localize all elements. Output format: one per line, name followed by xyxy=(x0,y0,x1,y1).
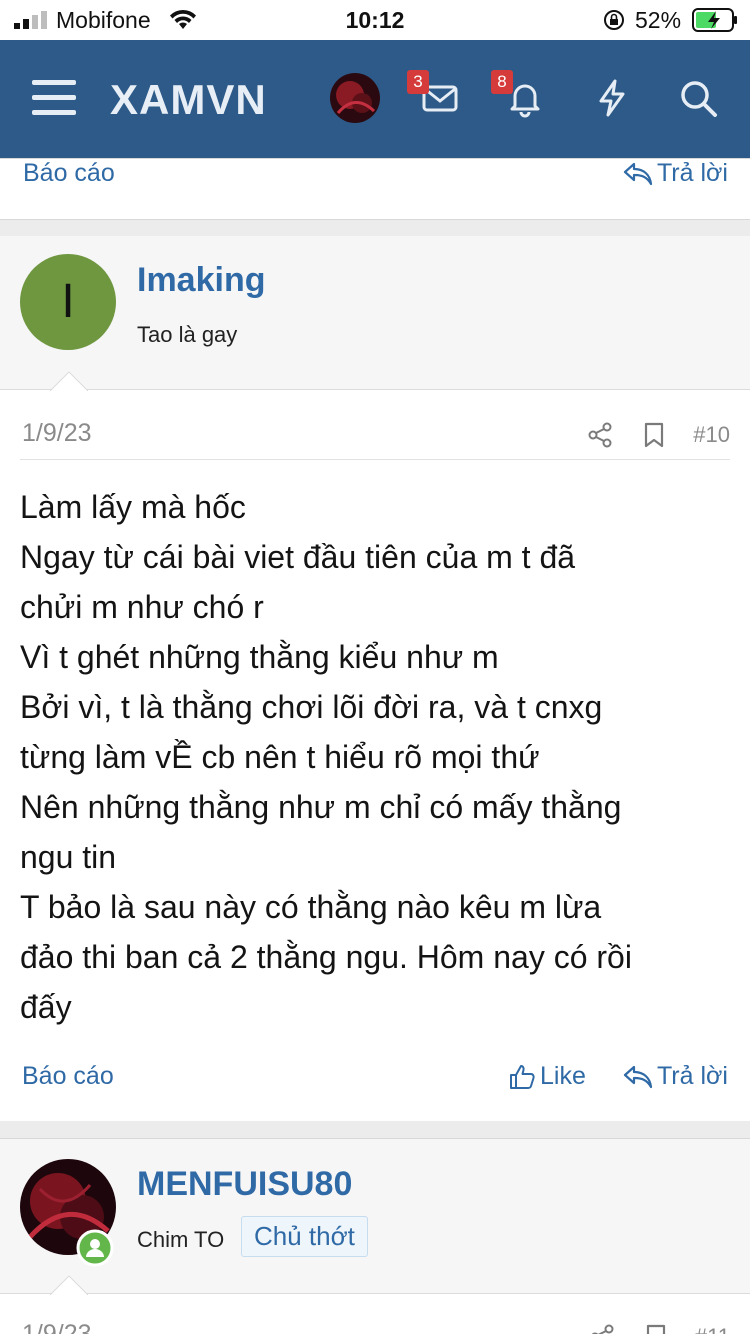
user-title: Tao là gay xyxy=(137,322,238,347)
bookmark-icon[interactable] xyxy=(643,422,665,448)
online-status-icon xyxy=(76,1229,114,1267)
search-icon[interactable] xyxy=(678,78,718,118)
rotation-lock-icon xyxy=(604,10,624,30)
menu-icon[interactable] xyxy=(32,80,76,118)
user-title: Chim TO xyxy=(137,1227,225,1252)
post-line: đấy xyxy=(20,989,72,1025)
post-author-block: I Imaking Tao là gay xyxy=(0,236,750,390)
post-pointer xyxy=(50,371,88,391)
post-number[interactable]: #11 xyxy=(695,1324,730,1334)
post-11: 1/9/23 #11 xyxy=(0,1275,750,1334)
status-bar: Mobifone 10:12 52% xyxy=(0,0,750,40)
thumbs-up-icon xyxy=(510,1064,535,1089)
report-link[interactable]: Báo cáo xyxy=(23,159,115,188)
post-author-block: MENFUISU80 Chim TO Chủ thớt xyxy=(0,1138,750,1294)
battery-icon xyxy=(692,8,737,32)
share-icon[interactable] xyxy=(587,422,613,448)
reply-label: Trả lời xyxy=(656,1062,728,1090)
reply-label: Trả lời xyxy=(656,159,728,187)
post-line: từng làm vỀ cb nên t hiểu rõ mọi thứ xyxy=(20,739,540,775)
post-10: 1/9/23 #10 Làm lấy mà hốc Ngay từ cái bà… xyxy=(0,371,750,1121)
post-line: chửi m như chó r xyxy=(20,589,264,625)
post-line: Làm lấy mà hốc xyxy=(20,489,246,525)
post-tools: #10 xyxy=(587,422,730,448)
reply-icon xyxy=(623,1065,653,1088)
bookmark-icon[interactable] xyxy=(645,1324,667,1334)
like-button[interactable]: Like xyxy=(508,1062,586,1091)
inbox-badge: 3 xyxy=(407,70,429,94)
post-line: Ngay từ cái bài viet đầu tiên của m t đã xyxy=(20,539,576,575)
reply-button[interactable]: Trả lời xyxy=(623,159,728,188)
username[interactable]: Imaking xyxy=(137,261,265,300)
post-tools: #11 xyxy=(589,1324,730,1334)
reply-button[interactable]: Trả lời xyxy=(623,1062,728,1091)
post-line: Vì t ghét những thằng kiểu như m xyxy=(20,639,499,675)
post-line: Bởi vì, t là thằng chơi lõi đời ra, và t… xyxy=(20,689,603,725)
post-number[interactable]: #10 xyxy=(693,422,730,448)
battery-percent: 52% xyxy=(635,7,682,33)
post-line: ngu tin xyxy=(20,839,117,875)
reply-icon xyxy=(623,162,653,185)
share-icon[interactable] xyxy=(589,1324,615,1334)
avatar[interactable]: I xyxy=(20,254,116,350)
thread-starter-badge: Chủ thớt xyxy=(241,1216,368,1257)
alerts-badge: 8 xyxy=(491,70,513,94)
post-body: Làm lấy mà hốc Ngay từ cái bài viet đầu … xyxy=(20,482,730,1032)
like-label: Like xyxy=(540,1062,586,1090)
post-line: đảo thi ban cả 2 thằng ngu. Hôm nay có r… xyxy=(20,939,632,975)
post-date[interactable]: 1/9/23 xyxy=(22,1320,92,1334)
previous-post-actions: Báo cáo Trả lời xyxy=(0,158,750,220)
site-logo[interactable]: XAMVN xyxy=(110,76,267,124)
report-link[interactable]: Báo cáo xyxy=(22,1062,114,1091)
lightning-icon[interactable] xyxy=(592,78,632,118)
account-avatar[interactable] xyxy=(330,73,380,123)
post-pointer xyxy=(50,1275,88,1295)
username[interactable]: MENFUISU80 xyxy=(137,1165,352,1204)
app-header: XAMVN 3 8 xyxy=(0,40,750,158)
post-date[interactable]: 1/9/23 xyxy=(22,419,92,448)
post-line: T bảo là sau này có thằng nào kêu m lừa xyxy=(20,889,602,925)
divider xyxy=(20,459,730,460)
post-line: Nên những thằng như m chỉ có mấy thằng xyxy=(20,789,622,825)
